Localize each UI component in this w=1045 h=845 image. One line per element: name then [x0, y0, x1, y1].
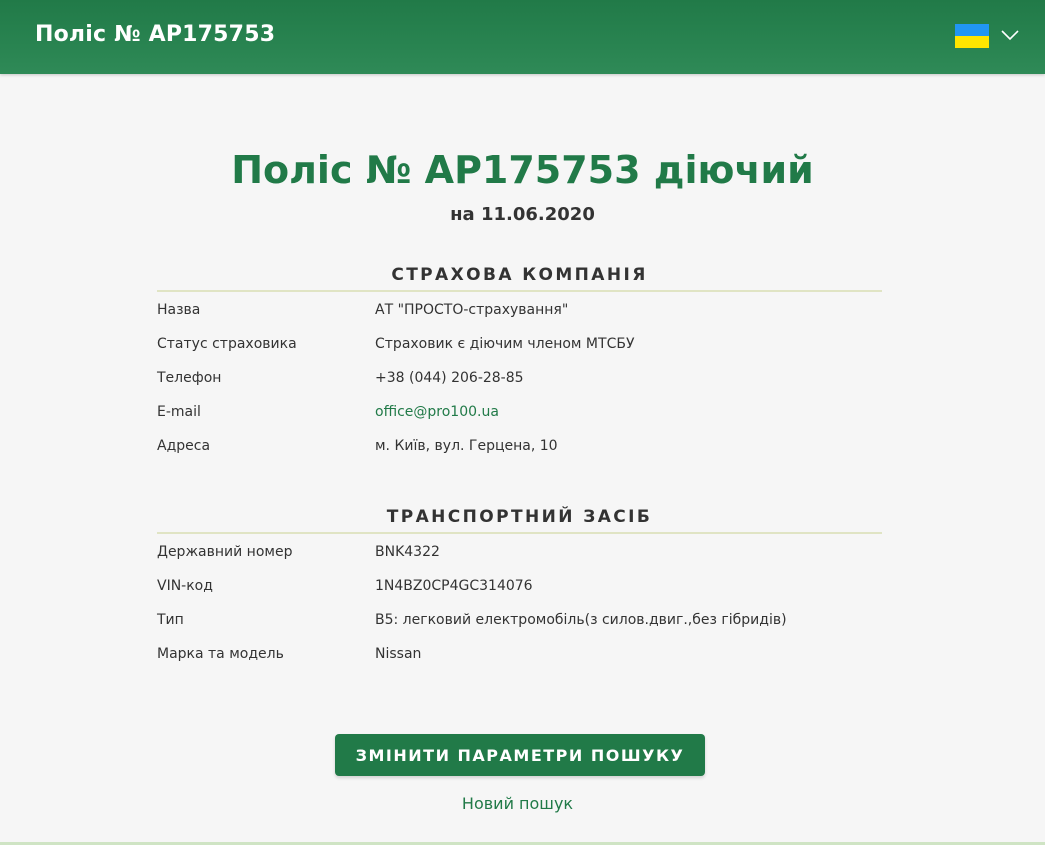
email-link[interactable]: office@pro100.ua: [375, 404, 499, 420]
vehicle-section-title: ТРАНСПОРТНИЙ ЗАСІБ: [157, 502, 882, 534]
row-label: Адреса: [157, 438, 211, 454]
insurer-section: СТРАХОВА КОМПАНІЯ Назва АТ "ПРОСТО-страх…: [157, 260, 882, 464]
chevron-down-icon: [1001, 30, 1019, 41]
row-value: Страховик є діючим членом МТСБУ: [375, 336, 635, 352]
insurer-section-title: СТРАХОВА КОМПАНІЯ: [157, 260, 882, 292]
row-value: 1N4BZ0CP4GC314076: [375, 578, 533, 594]
row-value: АТ "ПРОСТО-страхування": [375, 302, 569, 318]
row-value: Nissan: [375, 646, 422, 662]
page-title: Поліс № AP175753 діючий: [231, 148, 814, 192]
vehicle-section: ТРАНСПОРТНИЙ ЗАСІБ Державний номер BNK43…: [157, 502, 882, 672]
new-search-link[interactable]: Новий пошук: [0, 794, 1035, 813]
change-search-params-button[interactable]: ЗМІНИТИ ПАРАМЕТРИ ПОШУКУ: [335, 734, 705, 776]
row-value: B5: легковий електромобіль(з силов.двиг.…: [375, 612, 787, 628]
row-label: Назва: [157, 302, 201, 318]
vehicle-row-vin: VIN-код 1N4BZ0CP4GC314076: [157, 570, 882, 604]
insurer-row-phone: Телефон +38 (044) 206-28-85: [157, 362, 882, 396]
policy-date: на 11.06.2020: [450, 204, 595, 225]
ukraine-flag-icon: [955, 24, 989, 48]
row-label: Марка та модель: [157, 646, 284, 662]
insurer-row-email: E-mail office@pro100.ua: [157, 396, 882, 430]
app-header: Поліс № AP175753: [0, 0, 1045, 74]
insurer-row-address: Адреса м. Київ, вул. Герцена, 10: [157, 430, 882, 464]
row-label: Тип: [157, 612, 184, 628]
row-label: E-mail: [157, 404, 201, 420]
insurer-row-status: Статус страховика Страховик є діючим чле…: [157, 328, 882, 362]
vehicle-row-plate: Державний номер BNK4322: [157, 536, 882, 570]
row-value: м. Київ, вул. Герцена, 10: [375, 438, 558, 454]
row-label: Статус страховика: [157, 336, 297, 352]
vehicle-row-model: Марка та модель Nissan: [157, 638, 882, 672]
insurer-row-name: Назва АТ "ПРОСТО-страхування": [157, 294, 882, 328]
row-value: BNK4322: [375, 544, 440, 560]
row-label: VIN-код: [157, 578, 213, 594]
row-value: +38 (044) 206-28-85: [375, 370, 524, 386]
header-title: Поліс № AP175753: [35, 22, 276, 47]
row-label: Телефон: [157, 370, 222, 386]
vehicle-row-type: Тип B5: легковий електромобіль(з силов.д…: [157, 604, 882, 638]
language-selector[interactable]: [955, 24, 1019, 50]
row-label: Державний номер: [157, 544, 293, 560]
